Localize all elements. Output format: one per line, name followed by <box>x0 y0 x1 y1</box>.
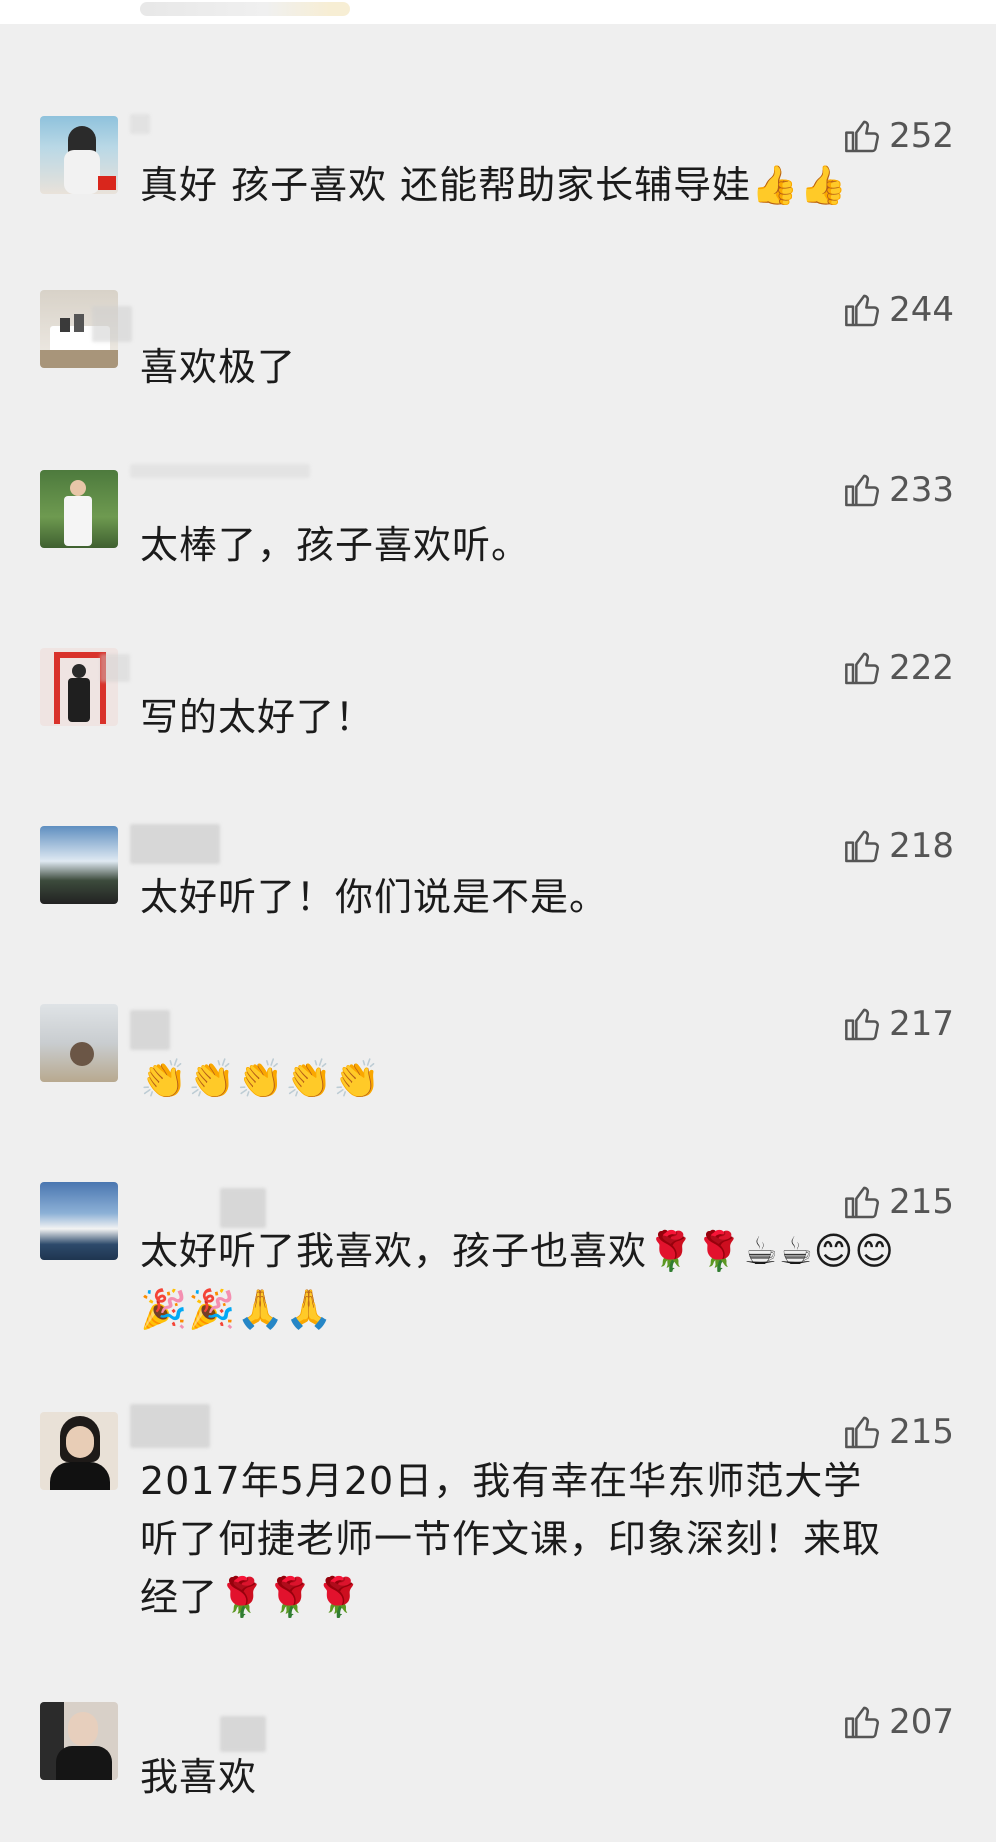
like-button[interactable]: 217 <box>843 1004 954 1044</box>
avatar[interactable] <box>40 1702 118 1780</box>
comment-text: 太好听了！你们说是不是。 <box>140 875 609 919</box>
username-blurred <box>130 464 310 478</box>
username-blurred <box>100 654 130 682</box>
comment-text: 我喜欢 <box>140 1755 258 1799</box>
avatar[interactable] <box>40 116 118 194</box>
username-blurred <box>130 114 150 134</box>
thumbs-up-icon <box>845 830 880 863</box>
comment-text: 写的太好了！ <box>140 695 375 739</box>
username-blurred <box>130 1010 170 1050</box>
like-button[interactable]: 218 <box>843 826 954 866</box>
thumbs-up-icon <box>845 1416 880 1449</box>
thumbs-up-icon <box>845 120 880 153</box>
avatar[interactable] <box>40 1182 118 1260</box>
like-button[interactable]: 215 <box>843 1182 954 1222</box>
previous-comment-strip <box>0 0 996 24</box>
like-count: 252 <box>889 116 954 156</box>
like-button[interactable]: 222 <box>843 648 954 688</box>
comment-text: 2017年5月20日，我有幸在华东师范大学听了何捷老师一节作文课，印象深刻！来取… <box>140 1459 882 1619</box>
thumbs-up-icon <box>845 1706 880 1739</box>
like-count: 215 <box>889 1182 954 1222</box>
like-button[interactable]: 233 <box>843 470 954 510</box>
avatar[interactable] <box>40 826 118 904</box>
username-blurred <box>92 306 132 342</box>
comment-text: 太好听了我喜欢，孩子也喜欢🌹🌹☕☕😊😊🎉🎉🙏🙏 <box>140 1229 895 1331</box>
avatar[interactable] <box>40 470 118 548</box>
thumbs-up-icon <box>845 1008 880 1041</box>
comment-text: 👏👏👏👏👏 <box>140 1057 382 1101</box>
like-button[interactable]: 244 <box>843 290 954 330</box>
avatar[interactable] <box>40 1004 118 1082</box>
thumbs-up-icon <box>845 1186 880 1219</box>
like-button[interactable]: 207 <box>843 1702 954 1742</box>
avatar[interactable] <box>40 1412 118 1490</box>
like-count: 215 <box>889 1412 954 1452</box>
username-blurred <box>130 1404 210 1448</box>
like-count: 244 <box>889 290 954 330</box>
thumbs-up-icon <box>845 294 880 327</box>
like-button[interactable]: 215 <box>843 1412 954 1452</box>
username-blurred <box>130 824 220 864</box>
comment-text: 喜欢极了 <box>140 345 297 389</box>
comment-text: 真好 孩子喜欢 还能帮助家长辅导娃👍👍 <box>140 163 848 207</box>
like-count: 217 <box>889 1004 954 1044</box>
thumbs-up-icon <box>845 652 880 685</box>
like-count: 207 <box>889 1702 954 1742</box>
username-blurred <box>220 1716 266 1752</box>
thumbs-up-icon <box>845 474 880 507</box>
comment-text: 太棒了，孩子喜欢听。 <box>140 523 531 567</box>
cropped-previous-text <box>140 2 350 16</box>
like-count: 222 <box>889 648 954 688</box>
like-count: 218 <box>889 826 954 866</box>
like-button[interactable]: 252 <box>843 116 954 156</box>
like-count: 233 <box>889 470 954 510</box>
